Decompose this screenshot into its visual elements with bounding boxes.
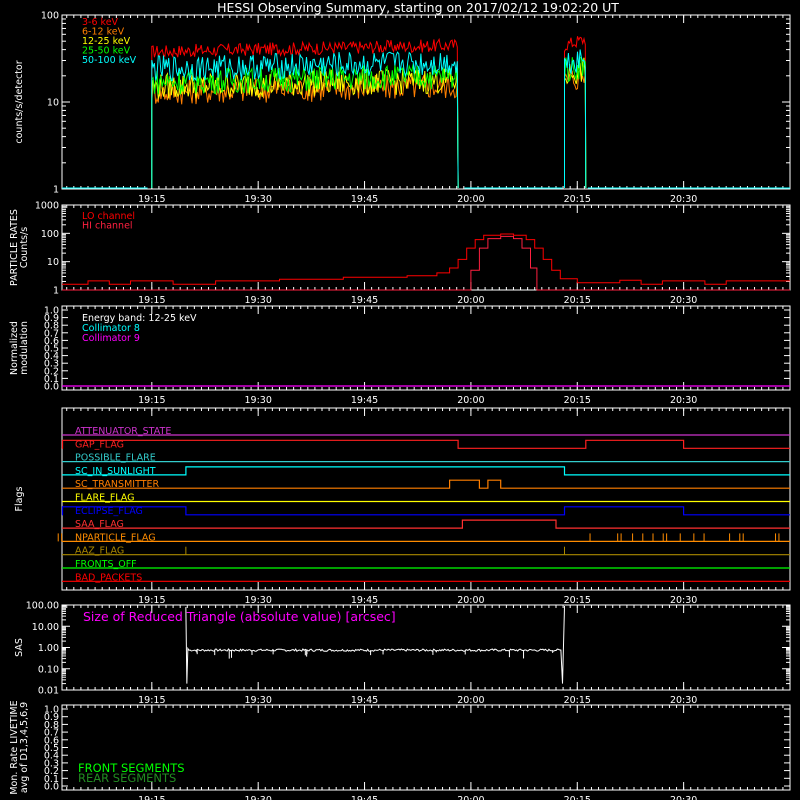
x-tick-label: 19:15 — [138, 695, 165, 706]
x-tick-label: 20:30 — [670, 695, 697, 706]
sas-annotation: Size of Reduced Triangle (absolute value… — [83, 609, 396, 624]
x-tick-label: 19:15 — [138, 295, 165, 306]
x-tick-label: 19:15 — [138, 395, 165, 406]
x-tick-label: 19:30 — [244, 395, 271, 406]
legend-entry: 50-100 keV — [82, 55, 137, 66]
y-tick-label: 10.00 — [32, 622, 59, 633]
y-tick-label: 1000 — [35, 201, 59, 212]
x-tick-label: 20:00 — [457, 695, 484, 706]
x-tick-label: 20:30 — [670, 295, 697, 306]
y-axis-label: counts/s/detector — [14, 60, 25, 143]
y-tick-label: 1 — [53, 286, 59, 297]
y-axis-label: Flags — [14, 486, 25, 511]
x-tick-label: 20:30 — [670, 194, 697, 205]
x-tick-label: 19:30 — [244, 695, 271, 706]
x-tick-label: 19:45 — [351, 295, 378, 306]
x-tick-label: 19:30 — [244, 295, 271, 306]
hessi-summary-figure: HESSI Observing Summary, starting on 201… — [0, 0, 800, 800]
x-tick-label: 19:15 — [138, 194, 165, 205]
x-tick-label: 20:00 — [457, 595, 484, 606]
x-tick-label: 20:00 — [457, 295, 484, 306]
x-tick-label: 19:30 — [244, 194, 271, 205]
x-tick-label: 19:30 — [244, 795, 271, 800]
x-tick-label: 20:30 — [670, 595, 697, 606]
flag-label: ECLIPSE_FLAG — [75, 506, 143, 517]
y-tick-label: 100 — [41, 229, 59, 240]
legend-entry: HI channel — [82, 221, 133, 232]
x-tick-label: 20:15 — [564, 295, 591, 306]
x-tick-label: 19:45 — [351, 395, 378, 406]
x-tick-label: 19:45 — [351, 595, 378, 606]
x-tick-label: 20:15 — [564, 595, 591, 606]
y-tick-label: 0.01 — [38, 686, 59, 697]
legend-entry: Collimator 9 — [82, 333, 140, 344]
y-axis-label: SAS — [14, 638, 25, 657]
y-tick-label: 10 — [47, 257, 59, 268]
y-tick-label: 1 — [53, 185, 59, 196]
x-tick-label: 19:45 — [351, 194, 378, 205]
x-tick-label: 20:15 — [564, 795, 591, 800]
x-tick-label: 20:30 — [670, 795, 697, 800]
x-tick-label: 20:15 — [564, 395, 591, 406]
y-tick-label: 10 — [47, 98, 59, 109]
x-tick-label: 19:15 — [138, 795, 165, 800]
y-tick-label: 100 — [41, 11, 59, 22]
x-tick-label: 20:00 — [457, 194, 484, 205]
y-axis-label: modulation — [19, 321, 30, 375]
x-tick-label: 19:45 — [351, 795, 378, 800]
figure-title: HESSI Observing Summary, starting on 201… — [217, 0, 619, 15]
y-tick-label: 1.0 — [44, 705, 59, 716]
y-tick-label: 0.10 — [38, 664, 59, 675]
legend-entry: REAR SEGMENTS — [78, 771, 176, 785]
y-axis-label: Counts/s — [19, 227, 30, 268]
y-tick-label: 1.00 — [38, 643, 59, 654]
x-tick-label: 19:45 — [351, 695, 378, 706]
x-tick-label: 20:15 — [564, 194, 591, 205]
x-tick-label: 19:30 — [244, 595, 271, 606]
y-axis-label: avg of D1,3,4,5,6,9 — [19, 702, 30, 793]
y-tick-label: 100.00 — [26, 601, 59, 612]
x-tick-label: 20:00 — [457, 795, 484, 800]
flag-label: GAP_FLAG — [75, 439, 124, 450]
x-tick-label: 20:15 — [564, 695, 591, 706]
y-tick-label: 1.0 — [44, 306, 59, 317]
x-tick-label: 20:30 — [670, 395, 697, 406]
x-tick-label: 20:00 — [457, 395, 484, 406]
x-tick-label: 19:15 — [138, 595, 165, 606]
